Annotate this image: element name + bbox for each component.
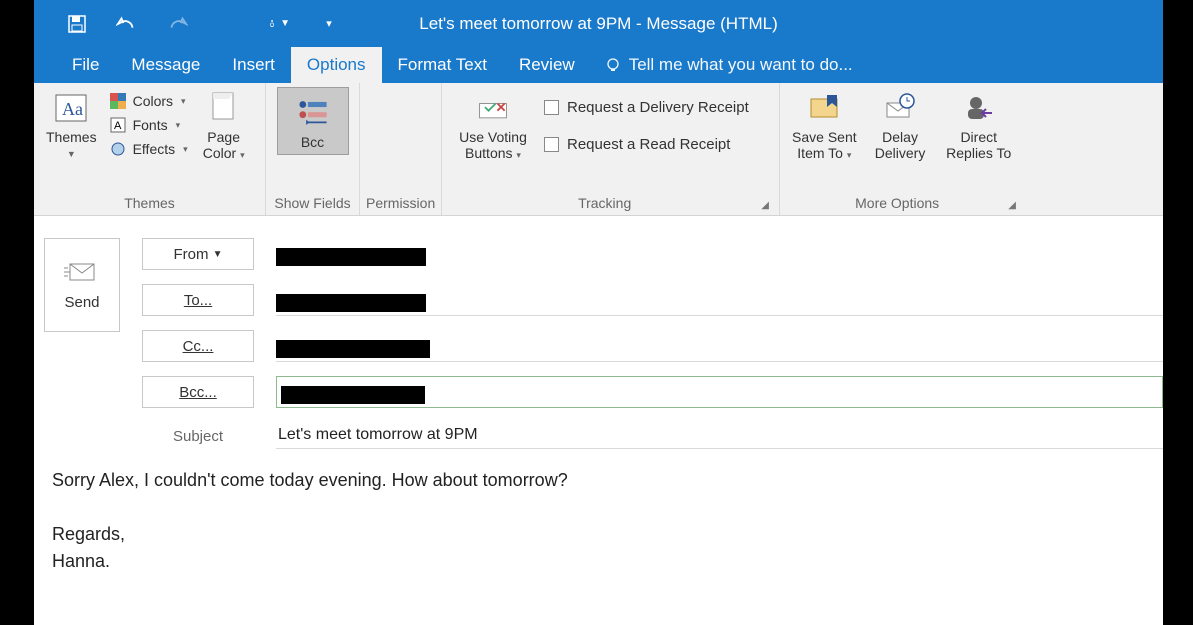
direct-replies-icon <box>962 91 996 125</box>
cc-value: user1@example.com <box>276 340 430 358</box>
group-label-more-options: More Options <box>786 193 1008 215</box>
subject-label: Subject <box>142 422 254 445</box>
window-title: Let's meet tomorrow at 9PM - Message (HT… <box>419 14 777 34</box>
read-receipt-checkbox[interactable]: Request a Read Receipt <box>544 134 749 155</box>
group-label-show-fields: Show Fields <box>272 193 353 215</box>
to-field[interactable]: user1@example.com <box>276 284 1163 316</box>
bcc-field-button[interactable]: Bcc... <box>142 376 254 408</box>
bcc-field[interactable]: user3@example.com <box>276 376 1163 408</box>
colors-icon <box>109 92 127 110</box>
bcc-icon <box>296 96 330 130</box>
body-line-3: Hanna. <box>52 548 1145 575</box>
dialog-launcher-icon[interactable]: ◢ <box>761 200 773 215</box>
delay-delivery-button[interactable]: Delay Delivery <box>865 87 936 165</box>
tell-me-search[interactable]: Tell me what you want to do... <box>591 47 853 83</box>
chevron-down-icon: ▼ <box>280 18 290 29</box>
group-label-tracking: Tracking <box>448 193 761 215</box>
save-sent-item-button[interactable]: Save Sent Item To ▾ <box>786 87 863 165</box>
title-bar: ▼ ▾ Let's meet tomorrow at 9PM - Message… <box>34 0 1163 47</box>
body-line-1: Sorry Alex, I couldn't come today evenin… <box>52 467 1145 494</box>
redo-icon[interactable] <box>166 13 188 35</box>
touch-mode-icon[interactable]: ▼ <box>268 13 290 35</box>
svg-text:A: A <box>114 120 122 132</box>
page-color-button[interactable]: Page Color ▾ <box>194 87 254 165</box>
page-color-icon <box>207 91 241 125</box>
compose-header: Send From ▼ To... Cc... Bcc... Subject u… <box>34 216 1163 449</box>
group-label-permission: Permission <box>366 193 435 215</box>
effects-icon <box>109 140 127 158</box>
message-body[interactable]: Sorry Alex, I couldn't come today evenin… <box>34 449 1163 593</box>
tab-format-text[interactable]: Format Text <box>382 47 503 83</box>
voting-icon <box>476 91 510 125</box>
tab-options[interactable]: Options <box>291 47 382 83</box>
delivery-receipt-checkbox[interactable]: Request a Delivery Receipt <box>544 97 749 118</box>
group-tracking: Use Voting Buttons ▾ Request a Delivery … <box>442 83 780 215</box>
tab-file[interactable]: File <box>56 47 115 83</box>
group-permission: Permission <box>360 83 442 215</box>
save-icon[interactable] <box>66 13 88 35</box>
effects-button[interactable]: Effects▾ <box>107 139 190 159</box>
tab-insert[interactable]: Insert <box>216 47 291 83</box>
cc-button[interactable]: Cc... <box>142 330 254 362</box>
customize-qat-icon[interactable]: ▾ <box>318 13 340 35</box>
group-show-fields: Bcc Show Fields <box>266 83 360 215</box>
checkbox-icon <box>544 100 559 115</box>
send-button[interactable]: Send <box>44 238 120 332</box>
checkbox-icon <box>544 137 559 152</box>
chevron-down-icon: ▼ <box>67 149 76 159</box>
undo-icon[interactable] <box>116 13 138 35</box>
group-label-themes: Themes <box>40 193 259 215</box>
group-themes: Aa Themes ▼ Colors▾ A Fonts▾ <box>34 83 266 215</box>
themes-icon: Aa <box>54 91 88 125</box>
subject-field[interactable] <box>276 422 1163 449</box>
dialog-launcher-icon[interactable]: ◢ <box>1008 200 1020 215</box>
to-value: user1@example.com <box>276 294 426 312</box>
tab-message[interactable]: Message <box>115 47 216 83</box>
direct-replies-button[interactable]: Direct Replies To <box>937 87 1020 165</box>
subject-input[interactable] <box>276 422 1163 449</box>
fonts-icon: A <box>109 116 127 134</box>
from-button[interactable]: From ▼ <box>142 238 254 270</box>
ribbon-tabs: File Message Insert Options Format Text … <box>34 47 1163 83</box>
tell-me-placeholder: Tell me what you want to do... <box>629 55 853 75</box>
from-value: user2@example.com <box>276 248 426 266</box>
fonts-button[interactable]: A Fonts▾ <box>107 115 190 135</box>
body-line-2: Regards, <box>52 521 1145 548</box>
save-sent-icon <box>807 91 841 125</box>
bcc-button[interactable]: Bcc <box>277 87 349 155</box>
use-voting-button[interactable]: Use Voting Buttons ▾ <box>448 87 538 165</box>
group-more-options: Save Sent Item To ▾ Delay Delivery Direc… <box>780 83 1026 215</box>
outlook-compose-window: ▼ ▾ Let's meet tomorrow at 9PM - Message… <box>34 0 1163 625</box>
from-field[interactable]: user2@example.com <box>276 238 1163 270</box>
themes-button[interactable]: Aa Themes ▼ <box>40 87 103 163</box>
to-button[interactable]: To... <box>142 284 254 316</box>
ribbon-options: Aa Themes ▼ Colors▾ A Fonts▾ <box>34 83 1163 216</box>
bcc-value: user3@example.com <box>281 386 425 404</box>
tab-review[interactable]: Review <box>503 47 591 83</box>
cc-field[interactable]: user1@example.com <box>276 330 1163 362</box>
svg-text:Aa: Aa <box>62 99 83 119</box>
colors-button[interactable]: Colors▾ <box>107 91 190 111</box>
envelope-icon <box>64 260 100 284</box>
quick-access-toolbar: ▼ ▾ <box>34 13 340 35</box>
delay-icon <box>883 91 917 125</box>
lightbulb-icon <box>605 57 621 73</box>
